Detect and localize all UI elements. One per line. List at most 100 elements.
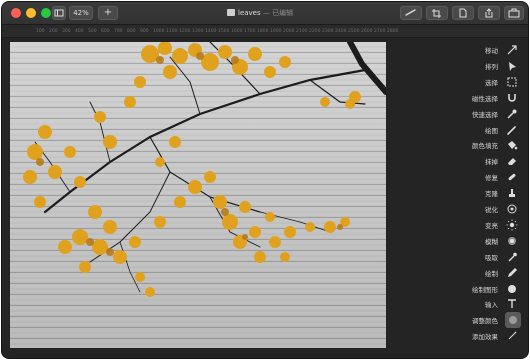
leaves-photo: [10, 42, 386, 348]
tool-brush[interactable]: 绘图: [436, 123, 524, 137]
move-arrow-icon: [506, 44, 518, 56]
tool-rect-select[interactable]: 选择: [436, 75, 524, 89]
tool-pointer[interactable]: 排列: [436, 59, 524, 73]
ruler-tick-label: 2800: [387, 29, 399, 34]
tool-move-arrow[interactable]: 移动: [436, 43, 524, 57]
sun-icon: [506, 219, 518, 231]
share-button[interactable]: [478, 6, 500, 20]
tool-text[interactable]: 输入: [436, 297, 524, 311]
ruler-tick-label: 1300: [192, 29, 204, 34]
close-window-button[interactable]: [11, 8, 21, 18]
tool-label: 锐化: [485, 206, 498, 214]
tool-dropper[interactable]: 吸取: [436, 250, 524, 264]
paint-bucket-icon: [506, 139, 518, 151]
quick-select-icon: [506, 108, 518, 120]
minimize-window-button[interactable]: [26, 8, 36, 18]
zoom-dropdown[interactable]: 42%: [69, 6, 93, 20]
layers-button[interactable]: [452, 6, 474, 20]
tool-label: 抹掉: [485, 158, 498, 167]
ruler-tick-label: 2500: [348, 29, 360, 34]
add-label: +: [103, 7, 113, 18]
clone-stamp-icon: [506, 187, 518, 199]
document-icon: [227, 9, 235, 16]
tool-label: 排列: [485, 62, 498, 71]
document-status: — 已编辑: [262, 9, 294, 17]
magnet-icon: [506, 92, 518, 104]
maximize-window-button[interactable]: [41, 8, 51, 18]
tool-sharpen[interactable]: 锐化: [436, 202, 524, 216]
tool-label: 绘制图形: [472, 285, 498, 294]
ruler-tick-label: 1900: [270, 29, 282, 34]
sidebar-toggle-button[interactable]: [52, 6, 66, 20]
app-window: 42% + leaves — 已编辑 100 200 300 400 500 600 700…: [2, 2, 528, 358]
zoom-label: 42%: [73, 9, 89, 17]
window-title: leaves — 已编辑: [227, 7, 293, 19]
ruler-tick-label: 700: [114, 29, 123, 34]
ruler-tick-label: 2000: [283, 29, 295, 34]
text-icon: [506, 298, 518, 310]
pointer-icon: [506, 60, 518, 72]
tool-label: 绘制: [485, 269, 498, 278]
crop-button[interactable]: [426, 6, 448, 20]
tool-magnet[interactable]: 磁性选择: [436, 91, 524, 105]
ruler-tick-label: 100: [36, 29, 45, 34]
ruler-tick-label: 1600: [231, 29, 243, 34]
tools-sidebar: 移动排列选择磁性选择快速选择绘图颜色填充抹掉修复克隆锐化变亮模糊吸取绘制绘制图形…: [438, 38, 528, 358]
tool-label: 颜色填充: [472, 142, 498, 151]
tool-label: 选择: [485, 78, 498, 87]
tool-label: 变亮: [485, 221, 498, 230]
ruler-tick-label: 1400: [205, 29, 217, 34]
rect-select-icon: [506, 76, 518, 88]
toolbox-icon: [508, 8, 520, 18]
tool-clone-stamp[interactable]: 克隆: [436, 186, 524, 200]
add-button[interactable]: +: [98, 6, 118, 20]
pen-stroke-icon: [405, 9, 416, 16]
tool-label: 模糊: [485, 237, 498, 246]
tool-sun[interactable]: 变亮: [436, 218, 524, 232]
tool-label: 绘图: [485, 126, 498, 135]
title-bar: 42% + leaves — 已编辑: [2, 2, 528, 25]
tool-paint-bucket[interactable]: 颜色填充: [436, 138, 524, 152]
ruler-tick-label: 2100: [296, 29, 308, 34]
tool-label: 快速选择: [472, 110, 498, 119]
ruler-tick-label: 1100: [166, 29, 178, 34]
sharpen-icon: [506, 203, 518, 215]
pen-icon: [506, 267, 518, 279]
image-canvas[interactable]: [10, 42, 386, 348]
ruler-tick-label: 2700: [374, 29, 386, 34]
tool-label: 修复: [485, 174, 498, 183]
tool-label: 磁性选择: [472, 94, 498, 103]
ruler-tick-label: 800: [127, 29, 136, 34]
ruler-tick-label: 2300: [322, 29, 334, 34]
effects-icon: [506, 330, 518, 342]
share-icon: [485, 8, 493, 18]
tool-eraser[interactable]: 抹掉: [436, 154, 524, 168]
tool-quick-select[interactable]: 快速选择: [436, 107, 524, 121]
ruler-tick-label: 2400: [335, 29, 347, 34]
ruler-tick-label: 500: [88, 29, 97, 34]
ruler-tick-label: 2200: [309, 29, 321, 34]
sidebar-icon: [54, 9, 64, 17]
brush-icon: [506, 124, 518, 136]
markup-button[interactable]: [400, 6, 422, 20]
tool-label: 输入: [485, 301, 498, 310]
adjust-color-icon: [505, 312, 521, 329]
ruler-tick-label: 600: [101, 29, 110, 34]
bandage-icon: [506, 171, 518, 183]
tool-effects[interactable]: 添加效果: [436, 329, 524, 343]
ruler-tick-label: 1500: [218, 29, 230, 34]
document-name: leaves: [238, 9, 261, 17]
ruler-tick-label: 200: [49, 29, 58, 34]
ruler-tick-label: 300: [62, 29, 71, 34]
tools-button[interactable]: [504, 6, 524, 20]
dropper-icon: [506, 251, 518, 263]
tool-shape[interactable]: 绘制图形: [436, 282, 524, 296]
tool-blur[interactable]: 模糊: [436, 234, 524, 248]
tool-adjust-color[interactable]: 调整颜色: [436, 312, 524, 329]
ruler-tick-label: 1800: [257, 29, 269, 34]
ruler-tick-label: 1000: [153, 29, 165, 34]
ruler-tick-label: 1200: [179, 29, 191, 34]
tool-bandage[interactable]: 修复: [436, 170, 524, 184]
tool-label: 移动: [485, 47, 498, 55]
tool-pen[interactable]: 绘制: [436, 266, 524, 280]
